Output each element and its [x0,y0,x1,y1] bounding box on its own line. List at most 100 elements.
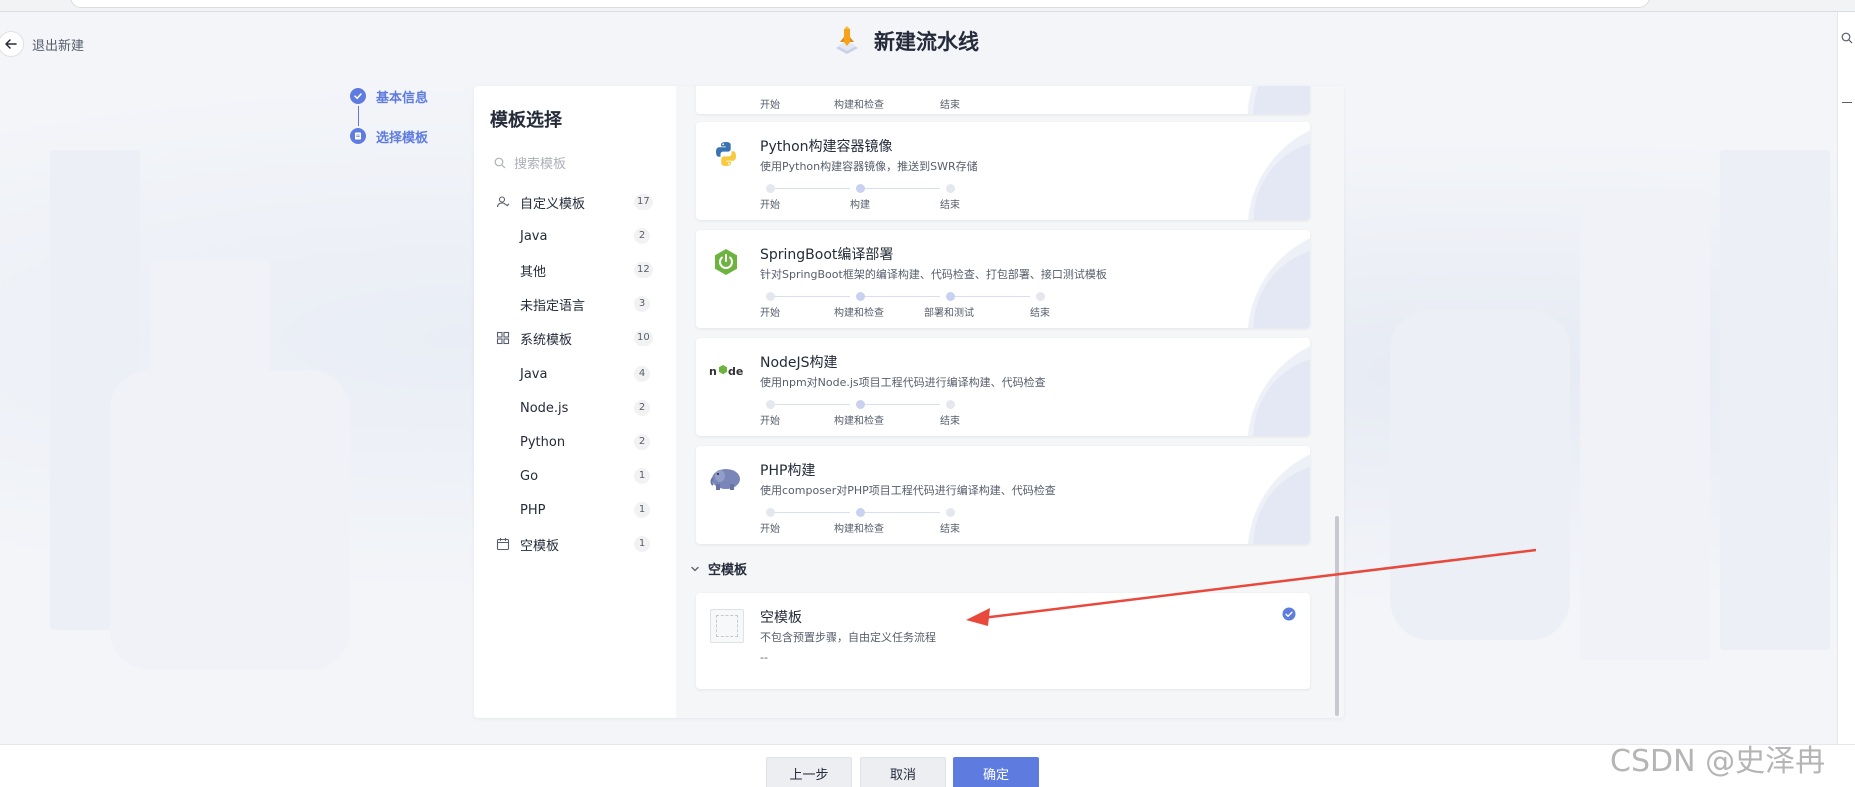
step-select-template[interactable]: 选择模板 [350,126,428,146]
scrollbar-thumb[interactable] [1335,516,1339,716]
count-badge: 1 [634,468,650,484]
sidebar-item-system-templates[interactable]: 系统模板 10 [474,326,676,350]
document-icon [350,128,366,144]
stage-label: 构建和检查 [834,100,884,111]
page-title-group: 新建流水线 [830,24,979,58]
check-icon [350,88,366,104]
collapse-icon[interactable] [1842,102,1852,103]
card-decoration [1190,86,1310,114]
card-title: Python构建容器镜像 [760,139,893,155]
template-list[interactable]: 开始 构建和检查 结束 Python构建容器镜像 使用Python构建容器镜像，… [676,86,1344,718]
stage-label: 部署和测试 [924,308,974,319]
template-card-nodejs[interactable]: n de NodeJS构建 使用npm对Node.js项目工程代码进行编译构建、… [696,338,1310,436]
card-title: SpringBoot编译部署 [760,247,894,263]
card-decoration [1190,446,1310,544]
sidebar-item-label: Java [520,228,548,244]
stage-label: 结束 [940,200,960,211]
sidebar-item-system-java[interactable]: Java 4 [474,362,676,386]
template-sidebar: 模板选择 搜索模板 自定义模板 17 Java 2 其他 12 未指定语言 3 … [474,86,676,718]
template-panel: 模板选择 搜索模板 自定义模板 17 Java 2 其他 12 未指定语言 3 … [474,86,1344,718]
confirm-button[interactable]: 确定 [953,757,1039,787]
section-empty-template-toggle[interactable]: 空模板 [690,559,747,578]
sidebar-item-label: 未指定语言 [520,298,586,314]
sidebar-item-label: Python [520,434,566,450]
sidebar-item-label: Java [520,366,548,382]
php-icon [710,469,740,490]
card-description: 不包含预置步骤，自由定义任务流程 [760,631,936,644]
stage-label: 构建和检查 [834,308,884,319]
address-bar[interactable] [70,0,1650,8]
card-title: 空模板 [760,610,802,626]
svg-text:de: de [728,365,743,378]
sidebar-item-system-python[interactable]: Python 2 [474,430,676,454]
sidebar-item-label: PHP [520,502,546,518]
sidebar-item-system-php[interactable]: PHP 1 [474,498,676,522]
stage-label: 构建和检查 [834,524,884,535]
page-header: 退出新建 新建流水线 [0,16,1855,72]
sidebar-item-custom-other[interactable]: 其他 12 [474,258,676,282]
selected-check-icon [1282,607,1296,621]
sidebar-item-label: Go [520,468,539,484]
template-card-php[interactable]: PHP构建 使用composer对PHP项目工程代码进行编译构建、代码检查 开始… [696,446,1310,544]
search-icon [494,157,506,168]
step-indicator: 基本信息 选择模板 [350,86,428,146]
section-title: 空模板 [708,563,748,578]
step-label: 基本信息 [376,90,429,106]
search-icon[interactable] [1841,32,1853,44]
card-decoration [1190,338,1310,436]
sidebar-item-custom-java[interactable]: Java 2 [474,224,676,248]
cancel-button[interactable]: 取消 [860,757,946,787]
stage-label: 结束 [940,100,960,111]
exit-create-button[interactable]: 退出新建 [0,28,84,60]
search-input[interactable]: 搜索模板 [494,153,566,172]
sidebar-item-custom-unspecified[interactable]: 未指定语言 3 [474,292,676,316]
count-badge: 12 [634,262,653,278]
card-title: NodeJS构建 [760,355,838,371]
card-decoration [1190,230,1310,328]
stage-label: 结束 [940,524,960,535]
sidebar-item-label: 自定义模板 [520,196,586,212]
step-connector [358,106,359,126]
sidebar-item-empty-template[interactable]: 空模板 1 [474,532,676,556]
python-icon [716,142,736,166]
count-badge: 4 [634,366,650,382]
sidebar-item-label: 空模板 [520,538,560,554]
calendar-icon [496,538,510,551]
right-side-panel [1837,12,1855,744]
stage-label: 结束 [1030,308,1050,319]
card-title: PHP构建 [760,463,816,479]
stage-label: 开始 [760,308,780,319]
sidebar-item-label: 系统模板 [520,332,573,348]
sidebar-item-custom-templates[interactable]: 自定义模板 17 [474,190,676,214]
back-arrow-icon [0,31,24,57]
stage-label: 开始 [760,416,780,427]
page-footer: 上一步 取消 确定 [0,744,1855,787]
nodejs-icon: n de [709,365,743,378]
count-badge: 2 [634,228,650,244]
stage-placeholder: -- [760,651,768,664]
step-basic-info[interactable]: 基本信息 [350,86,428,106]
sidebar-title: 模板选择 [490,110,562,131]
template-card-partial[interactable]: 开始 构建和检查 结束 [696,86,1310,114]
count-badge: 1 [634,536,650,552]
stage-label: 构建和检查 [834,416,884,427]
count-badge: 3 [634,296,650,312]
page-title: 新建流水线 [874,30,979,54]
card-description: 使用composer对PHP项目工程代码进行编译构建、代码检查 [760,484,1056,497]
count-badge: 2 [634,400,650,416]
template-card-python[interactable]: Python构建容器镜像 使用Python构建容器镜像，推送到SWR存储 开始 … [696,122,1310,220]
count-badge: 1 [634,502,650,518]
template-card-springboot[interactable]: SpringBoot编译部署 针对SpringBoot框架的编译构建、代码检查、… [696,230,1310,328]
rocket-icon [836,26,858,54]
exit-create-label: 退出新建 [32,38,85,54]
card-description: 使用npm对Node.js项目工程代码进行编译构建、代码检查 [760,376,1046,389]
template-card-empty[interactable]: 空模板 不包含预置步骤，自由定义任务流程 -- [696,593,1310,689]
grid-icon [496,331,510,345]
sidebar-item-system-go[interactable]: Go 1 [474,464,676,488]
stage-label: 构建 [850,200,870,211]
previous-step-button[interactable]: 上一步 [766,757,852,787]
stage-label: 开始 [760,100,780,111]
search-placeholder: 搜索模板 [514,157,567,172]
sidebar-item-system-nodejs[interactable]: Node.js 2 [474,396,676,420]
count-badge: 10 [634,330,653,346]
